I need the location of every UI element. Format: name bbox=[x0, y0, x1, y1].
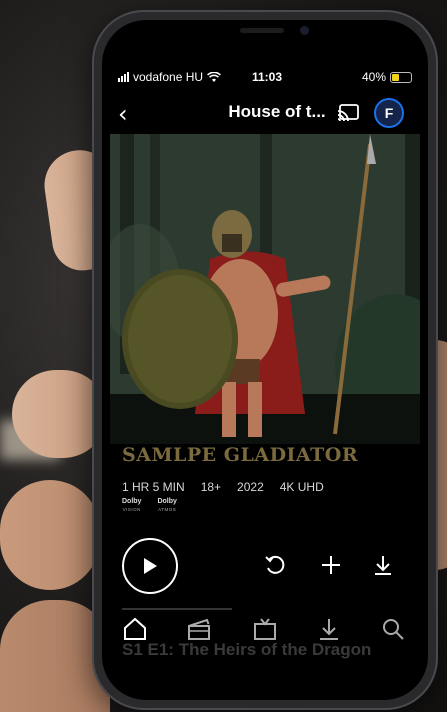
tab-underline bbox=[122, 608, 232, 610]
download-icon[interactable] bbox=[372, 554, 394, 576]
back-button[interactable]: ‹ bbox=[118, 100, 128, 128]
resolution-badge: 4K UHD bbox=[279, 480, 324, 494]
battery-icon bbox=[390, 71, 412, 83]
add-icon[interactable] bbox=[320, 554, 342, 576]
runtime: 1 HR 5 MIN bbox=[122, 480, 185, 494]
dolby-vision-label: Dolby bbox=[122, 498, 142, 505]
dolby-badges: Dolby VISION Dolby ATMOS bbox=[122, 498, 177, 514]
age-rating: 18+ bbox=[200, 480, 222, 494]
show-title: SAMLPE GLADIATOR bbox=[122, 444, 359, 466]
year: 2022 bbox=[237, 480, 264, 494]
front-camera bbox=[300, 26, 309, 35]
tv-icon[interactable] bbox=[252, 616, 278, 642]
gladiator-artwork bbox=[110, 134, 420, 444]
carrier-label: vodafone HU bbox=[133, 70, 204, 84]
dolby-atmos-badge: Dolby ATMOS bbox=[157, 498, 176, 514]
status-left: vodafone HU bbox=[118, 70, 222, 84]
bottom-tab-bar bbox=[102, 612, 428, 648]
wifi-icon bbox=[207, 71, 222, 82]
speaker bbox=[240, 28, 284, 33]
show-meta: 1 HR 5 MIN 18+ 2022 4K UHD bbox=[122, 480, 324, 494]
search-icon[interactable] bbox=[380, 616, 406, 642]
dolby-vision-sub: VISION bbox=[122, 507, 141, 512]
status-bar: vodafone HU 11:03 40% bbox=[102, 70, 428, 88]
top-nav-bar: ‹ House of t... F bbox=[102, 98, 428, 128]
home-icon[interactable] bbox=[122, 616, 148, 642]
profile-avatar[interactable]: F bbox=[374, 98, 404, 128]
cast-icon[interactable] bbox=[337, 104, 359, 122]
signal-icon bbox=[118, 72, 129, 82]
restart-icon[interactable] bbox=[264, 554, 286, 576]
play-icon bbox=[144, 558, 157, 574]
page-title: House of t... bbox=[228, 102, 326, 121]
phone-screen: vodafone HU 11:03 40% ‹ House of t... F … bbox=[102, 20, 428, 700]
dolby-atmos-label: Dolby bbox=[157, 498, 177, 505]
phone-frame: vodafone HU 11:03 40% ‹ House of t... F … bbox=[92, 10, 438, 710]
clapperboard-icon[interactable] bbox=[186, 616, 212, 642]
status-right: 40% bbox=[362, 70, 412, 84]
status-time: 11:03 bbox=[252, 70, 283, 84]
hero-image bbox=[110, 134, 420, 444]
dolby-vision-badge: Dolby VISION bbox=[122, 498, 141, 514]
hand-finger bbox=[0, 480, 100, 590]
battery-percent: 40% bbox=[361, 70, 386, 84]
dolby-atmos-sub: ATMOS bbox=[158, 507, 177, 512]
notch bbox=[190, 20, 340, 50]
play-button[interactable] bbox=[122, 538, 178, 594]
download-tab-icon[interactable] bbox=[316, 616, 342, 642]
